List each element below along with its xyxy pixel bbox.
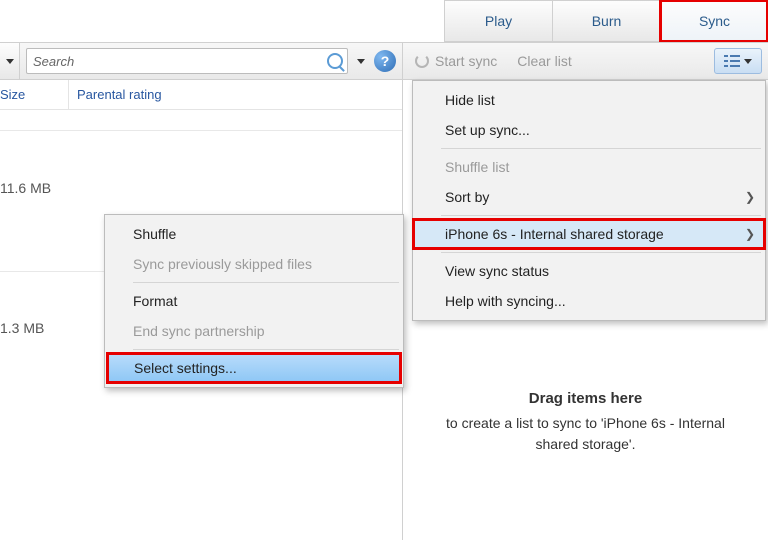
menu-device-label: iPhone 6s - Internal shared storage bbox=[445, 226, 664, 242]
drop-hint: Drag items here to create a list to sync… bbox=[403, 390, 768, 455]
top-tabs: Play Burn Sync bbox=[444, 0, 768, 42]
chevron-down-icon bbox=[744, 59, 752, 64]
drop-hint-title: Drag items here bbox=[443, 390, 728, 407]
chevron-right-icon: ❯ bbox=[745, 227, 755, 241]
menu-separator bbox=[441, 215, 761, 216]
chevron-down-icon bbox=[357, 59, 365, 64]
start-sync-label: Start sync bbox=[435, 53, 497, 69]
sync-icon bbox=[415, 54, 429, 68]
menu-separator bbox=[133, 282, 399, 283]
tab-play[interactable]: Play bbox=[444, 0, 552, 42]
toolbar-right: Start sync Clear list bbox=[403, 43, 768, 79]
ctx-end-partnership: End sync partnership bbox=[105, 316, 403, 346]
column-parental-rating-label: Parental rating bbox=[77, 87, 162, 102]
toolbar-left: Search ? bbox=[0, 43, 403, 79]
start-sync-button[interactable]: Start sync bbox=[415, 53, 497, 69]
toolbar: Search ? Start sync Clear list bbox=[0, 42, 768, 80]
device-context-menu: Shuffle Sync previously skipped files Fo… bbox=[104, 214, 404, 388]
menu-shuffle-list: Shuffle list bbox=[413, 152, 765, 182]
ctx-sync-skipped: Sync previously skipped files bbox=[105, 249, 403, 279]
list-icon bbox=[724, 55, 740, 67]
menu-help-syncing[interactable]: Help with syncing... bbox=[413, 286, 765, 316]
drop-hint-subtitle: to create a list to sync to 'iPhone 6s -… bbox=[443, 413, 728, 455]
row-size-value: 11.6 MB bbox=[0, 180, 51, 196]
row-size-value: 1.3 MB bbox=[0, 320, 44, 336]
clear-list-button[interactable]: Clear list bbox=[517, 53, 571, 69]
ctx-shuffle[interactable]: Shuffle bbox=[105, 219, 403, 249]
help-button[interactable]: ? bbox=[374, 50, 396, 72]
column-parental-rating[interactable]: Parental rating bbox=[68, 80, 402, 109]
search-icon bbox=[327, 53, 343, 69]
search-input[interactable]: Search bbox=[26, 48, 348, 74]
search-placeholder: Search bbox=[33, 54, 74, 69]
chevron-down-icon bbox=[6, 59, 14, 64]
menu-separator bbox=[441, 252, 761, 253]
menu-separator bbox=[441, 148, 761, 149]
list-options-button[interactable] bbox=[714, 48, 762, 74]
column-headers: Size Parental rating bbox=[0, 80, 402, 110]
menu-hide-list[interactable]: Hide list bbox=[413, 85, 765, 115]
view-dropdown-button[interactable] bbox=[0, 43, 20, 79]
ctx-format[interactable]: Format bbox=[105, 286, 403, 316]
menu-set-up-sync[interactable]: Set up sync... bbox=[413, 115, 765, 145]
clear-list-label: Clear list bbox=[517, 53, 571, 69]
column-size[interactable]: Size bbox=[0, 87, 68, 102]
menu-sort-by-label: Sort by bbox=[445, 189, 489, 205]
tab-burn[interactable]: Burn bbox=[552, 0, 660, 42]
ctx-select-settings[interactable]: Select settings... bbox=[107, 353, 401, 383]
chevron-right-icon: ❯ bbox=[745, 190, 755, 204]
menu-sort-by[interactable]: Sort by ❯ bbox=[413, 182, 765, 212]
search-options-dropdown[interactable] bbox=[354, 43, 368, 79]
tab-sync[interactable]: Sync bbox=[660, 0, 768, 42]
menu-view-sync-status[interactable]: View sync status bbox=[413, 256, 765, 286]
menu-separator bbox=[133, 349, 399, 350]
menu-device-iphone6s[interactable]: iPhone 6s - Internal shared storage ❯ bbox=[413, 219, 765, 249]
sync-options-menu: Hide list Set up sync... Shuffle list So… bbox=[412, 80, 766, 321]
